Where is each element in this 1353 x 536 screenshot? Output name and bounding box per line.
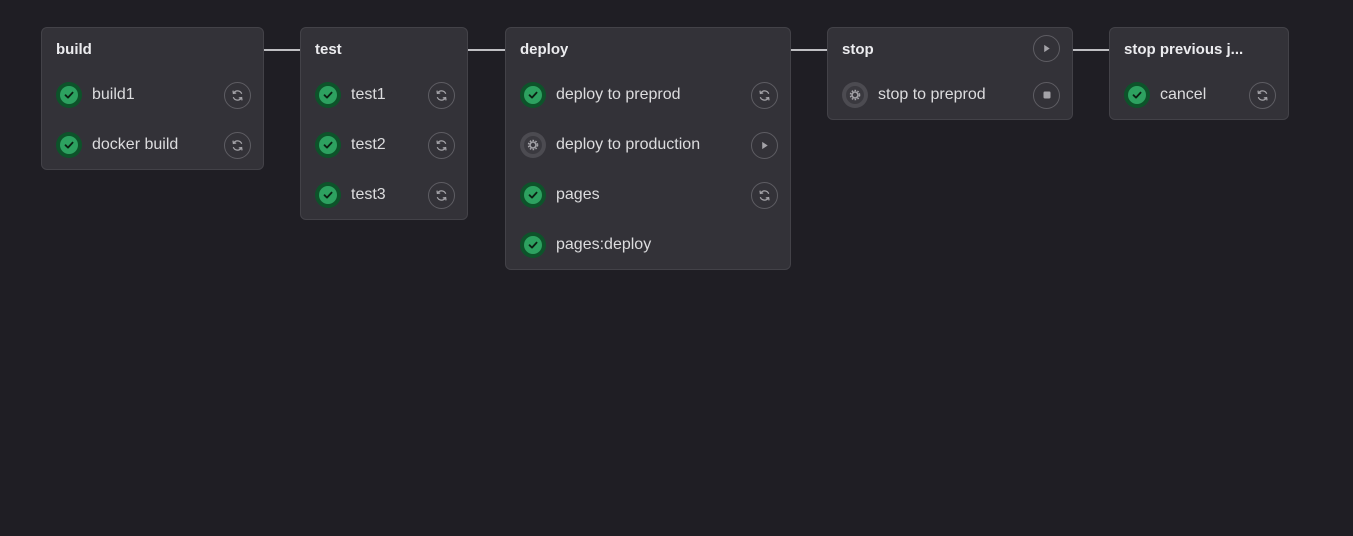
retry-icon[interactable] [751,81,778,109]
job-pages[interactable]: pages [506,170,790,220]
stage-header: build [42,28,263,70]
job-name[interactable]: deploy to preprod [556,86,751,104]
stage-stop: stop stop to preprod [827,27,1073,120]
success-status-icon [1124,82,1150,108]
job-cancel[interactable]: cancel [1110,70,1288,120]
stage-title: stop previous j... [1124,40,1244,58]
job-name[interactable]: pages [556,186,751,204]
stage-title: test [315,40,342,58]
stage-test: test test1 test2 test3 [300,27,468,220]
success-status-icon [520,232,546,258]
job-docker-build[interactable]: docker build [42,120,263,170]
job-name[interactable]: cancel [1160,86,1249,104]
job-deploy-to-preprod[interactable]: deploy to preprod [506,70,790,120]
job-test2[interactable]: test2 [301,120,467,170]
manual-status-gear-icon [842,82,868,108]
success-status-icon [520,82,546,108]
job-name[interactable]: test2 [351,136,428,154]
stop-icon[interactable] [1033,81,1060,109]
stage-connector [1072,49,1109,51]
job-name[interactable]: build1 [92,86,224,104]
pipeline-graph: build build1 docker build test test1 tes… [0,0,1353,536]
stage-build: build build1 docker build [41,27,264,170]
stage-stop-previous: stop previous j... cancel [1109,27,1289,120]
retry-icon[interactable] [428,181,455,209]
job-name[interactable]: deploy to production [556,136,751,154]
retry-icon[interactable] [1249,81,1276,109]
job-build1[interactable]: build1 [42,70,263,120]
manual-status-gear-icon [520,132,546,158]
stage-connector [790,49,827,51]
job-pages-deploy[interactable]: pages:deploy [506,220,790,270]
play-icon[interactable] [751,131,778,159]
retry-icon[interactable] [428,131,455,159]
stage-connector [263,49,300,51]
stage-title: build [56,40,92,58]
retry-icon[interactable] [224,81,251,109]
retry-icon[interactable] [428,81,455,109]
job-name[interactable]: pages:deploy [556,236,778,254]
job-deploy-to-production[interactable]: deploy to production [506,120,790,170]
success-status-icon [520,182,546,208]
job-test1[interactable]: test1 [301,70,467,120]
stage-header: stop [828,28,1072,70]
job-name[interactable]: test3 [351,186,428,204]
stage-header: test [301,28,467,70]
job-name[interactable]: test1 [351,86,428,104]
job-stop-to-preprod[interactable]: stop to preprod [828,70,1072,120]
job-test3[interactable]: test3 [301,170,467,220]
stage-header: deploy [506,28,790,70]
retry-icon[interactable] [224,131,251,159]
success-status-icon [315,182,341,208]
stage-title: deploy [520,40,569,58]
stage-deploy: deploy deploy to preprod deploy to produ… [505,27,791,270]
success-status-icon [315,132,341,158]
success-status-icon [56,132,82,158]
play-icon[interactable] [1033,35,1060,62]
retry-icon[interactable] [751,181,778,209]
stage-title: stop [842,40,874,58]
stage-header: stop previous j... [1110,28,1288,70]
job-name[interactable]: stop to preprod [878,86,1033,104]
success-status-icon [315,82,341,108]
stage-connector [467,49,505,51]
success-status-icon [56,82,82,108]
job-name[interactable]: docker build [92,136,224,154]
